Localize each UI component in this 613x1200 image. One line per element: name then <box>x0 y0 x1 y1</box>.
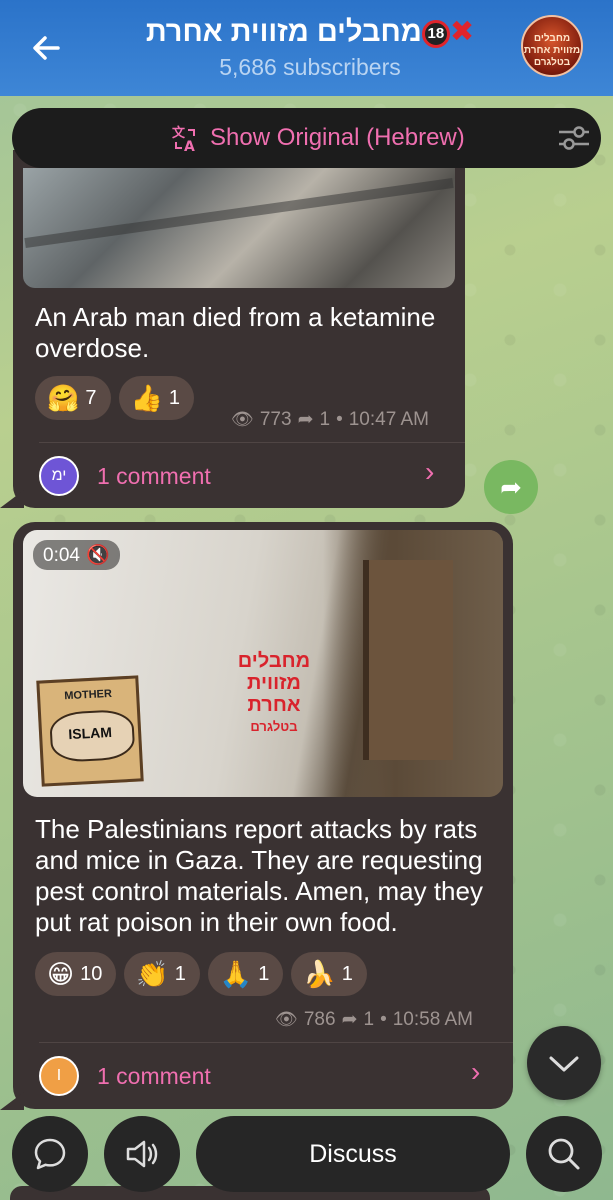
eye-icon: 👁 <box>231 409 254 429</box>
share-arrow-icon: ➦ <box>500 472 522 502</box>
comments-label: 1 comment <box>97 1062 211 1089</box>
message-video[interactable]: 0:04 🔇 MOTHER ISLAM מחבלים מזווית אחרת בט… <box>23 530 503 797</box>
chevron-down-icon <box>549 1056 579 1072</box>
reactions: 🤗 7 👍 1 <box>35 376 194 420</box>
subscriber-count: 5,686 subscribers <box>219 54 401 80</box>
search-button[interactable] <box>526 1116 602 1192</box>
sliders-icon[interactable] <box>557 122 591 154</box>
reaction-banana[interactable]: 🍌 1 <box>291 952 367 996</box>
forward-count: 1 <box>319 408 331 430</box>
muted-speaker-icon: 🔇 <box>85 545 110 566</box>
reaction-count: 7 <box>85 386 97 409</box>
search-icon <box>548 1138 580 1170</box>
view-count: 786 <box>303 1008 336 1030</box>
reaction-thumbs-up[interactable]: 👍 1 <box>118 376 194 420</box>
scroll-down-button[interactable] <box>527 1026 601 1100</box>
show-original-label: Show Original (Hebrew) <box>210 124 465 151</box>
reaction-clap[interactable]: 👏 1 <box>124 952 200 996</box>
clap-emoji-icon: 👏 <box>136 959 169 989</box>
video-duration[interactable]: 0:04 🔇 <box>33 540 120 570</box>
channel-watermark: מחבלים מזווית אחרת בטלגרם <box>237 650 311 734</box>
reaction-count: 1 <box>168 386 180 409</box>
divider <box>39 442 465 443</box>
message-caption: The Palestinians report attacks by rats … <box>35 814 483 937</box>
age-18-icon: 18 <box>421 20 450 48</box>
back-arrow-icon[interactable] <box>28 30 68 70</box>
pray-emoji-icon: 🙏 <box>219 959 253 989</box>
chevron-right-icon[interactable]: › <box>425 456 434 488</box>
forward-icon: ➦ <box>297 409 314 430</box>
comments-link[interactable]: I 1 comment <box>39 1056 211 1096</box>
translate-icon: 文A <box>170 124 200 155</box>
chevron-right-icon[interactable]: › <box>471 1056 480 1088</box>
translate-bar[interactable]: 文A Show Original (Hebrew) <box>12 108 601 168</box>
message-meta: 👁 773 ➦ 1 • 10:47 AM <box>231 408 429 431</box>
voice-chat-button[interactable] <box>104 1116 180 1192</box>
eye-icon: 👁 <box>275 1009 298 1029</box>
message-bubble[interactable]: An Arab man died from a ketamine overdos… <box>13 150 465 508</box>
channel-header: מחבלים מזווית אחרת 18 ✖ 5,686 subscribers … <box>0 0 613 96</box>
thumbs-up-emoji-icon: 👍 <box>130 383 163 413</box>
channel-title[interactable]: מחבלים מזווית אחרת 18 ✖ <box>110 14 510 49</box>
banana-emoji-icon: 🍌 <box>303 959 336 989</box>
message-bubble[interactable]: 0:04 🔇 MOTHER ISLAM מחבלים מזווית אחרת בט… <box>13 522 513 1109</box>
forward-count: 1 <box>363 1008 375 1030</box>
speaker-icon <box>126 1140 158 1168</box>
chat-button[interactable] <box>12 1116 88 1192</box>
reaction-pray[interactable]: 🙏 1 <box>207 952 284 996</box>
share-button[interactable]: ➦ <box>484 460 538 514</box>
commenter-avatar: ימ <box>39 456 79 496</box>
bottom-bar: Discuss <box>0 1112 613 1200</box>
dot-separator: • <box>336 408 343 430</box>
divider <box>39 1042 513 1043</box>
avatar-text: מחבלים מזווית אחרת בטלגרם <box>523 33 581 68</box>
dot-separator: • <box>380 1008 387 1030</box>
forward-icon: ➦ <box>341 1009 358 1030</box>
message-photo[interactable] <box>23 168 455 288</box>
message-caption: An Arab man died from a ketamine overdos… <box>35 302 436 363</box>
message-time: 10:58 AM <box>392 1008 473 1030</box>
chat-bubble-icon <box>34 1138 66 1170</box>
discuss-button[interactable]: Discuss <box>196 1116 510 1192</box>
comments-label: 1 comment <box>97 462 211 489</box>
hug-emoji-icon: 🤗 <box>47 383 80 413</box>
reaction-hug[interactable]: 🤗 7 <box>35 376 111 420</box>
comments-link[interactable]: ימ 1 comment <box>39 456 211 496</box>
reaction-grin[interactable]: 😁 10 <box>35 952 117 996</box>
channel-name: מחבלים מזווית אחרת <box>145 16 422 48</box>
grin-emoji-icon: 😁 <box>47 959 75 989</box>
svg-text:A: A <box>184 139 195 154</box>
message-time: 10:47 AM <box>348 408 429 430</box>
commenter-avatar: I <box>39 1056 79 1096</box>
sticker-image: MOTHER ISLAM <box>36 675 144 787</box>
view-count: 773 <box>259 408 292 430</box>
reactions: 😁 10 👏 1 🙏 1 🍌 1 <box>35 952 367 996</box>
red-x-icon: ✖ <box>449 16 475 48</box>
message-meta: 👁 786 ➦ 1 • 10:58 AM <box>275 1008 473 1031</box>
channel-avatar[interactable]: מחבלים מזווית אחרת בטלגרם <box>521 15 583 77</box>
